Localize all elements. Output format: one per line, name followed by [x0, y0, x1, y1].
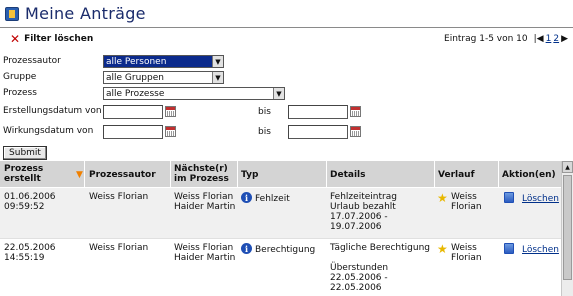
row-time: 09:59:52	[4, 202, 45, 212]
antraege-table: Prozess erstellt ▼ Prozessautor Nächste(…	[0, 161, 561, 296]
calendar-icon[interactable]	[165, 106, 176, 117]
star-icon[interactable]: ★	[437, 192, 448, 204]
row-details: 22.05.2006	[330, 283, 382, 293]
row-verlauf: Weiss	[451, 192, 477, 202]
app-icon	[5, 6, 19, 21]
row-date: 01.06.2006	[4, 192, 56, 202]
erstellungsdatum-bis-label: bis	[258, 107, 271, 117]
next-page-icon[interactable]: ▶	[561, 34, 568, 44]
row-next: Weiss Florian	[174, 192, 234, 202]
prozess-value: alle Prozesse	[106, 88, 165, 99]
pager-info: Eintrag 1-5 von 10	[444, 34, 528, 44]
column-header-details[interactable]: Details	[330, 170, 365, 180]
row-type: Fehlzeit	[255, 194, 290, 204]
wirkungsdatum-label: Wirkungsdatum von	[3, 126, 94, 136]
clear-filter-icon[interactable]: ✕	[10, 33, 20, 45]
row-author: Weiss Florian	[89, 192, 149, 202]
wirkungsdatum-from-input[interactable]	[103, 125, 163, 139]
chevron-down-icon[interactable]: ▼	[212, 72, 223, 83]
prozess-select[interactable]: alle Prozesse ▼	[103, 87, 285, 100]
submit-button[interactable]: Submit	[3, 146, 47, 160]
table-row: 01.06.2006 09:59:52 Weiss Florian Weiss …	[0, 188, 561, 238]
row-time: 14:55:19	[4, 253, 45, 263]
first-page-icon[interactable]: |◀	[534, 34, 544, 44]
prozessautor-value: alle Personen	[106, 56, 167, 67]
wirkungsdatum-to-input[interactable]	[288, 125, 348, 139]
row-details: Urlaub bezahlt	[330, 202, 396, 212]
info-icon[interactable]: i	[241, 243, 252, 254]
prozessautor-label: Prozessautor	[3, 56, 61, 66]
chevron-down-icon[interactable]: ▼	[273, 88, 284, 99]
column-header-verlauf[interactable]: Verlauf	[438, 170, 475, 180]
row-details: 22.05.2006 -	[330, 273, 388, 283]
row-details: Überstunden	[330, 263, 389, 273]
row-type: Berechtigung	[255, 245, 316, 255]
row-details: Tägliche Berechtigung	[330, 243, 430, 253]
pager: Eintrag 1-5 von 10 |◀ 1 2 ▶	[444, 31, 568, 47]
erstellungsdatum-label: Erstellungsdatum von	[3, 106, 102, 116]
column-header-aktionen[interactable]: Aktion(en)	[502, 170, 556, 180]
scroll-up-icon[interactable]: ▲	[562, 161, 573, 173]
row-next: Haider Martin	[174, 253, 236, 263]
scroll-thumb[interactable]	[563, 175, 572, 280]
erstellungsdatum-from-input[interactable]	[103, 105, 163, 119]
chevron-down-icon[interactable]: ▼	[212, 56, 223, 67]
clear-filter-button[interactable]: Filter löschen	[24, 34, 93, 44]
info-icon[interactable]: i	[241, 192, 252, 203]
title-bar: Meine Anträge	[0, 0, 573, 27]
row-details: 17.07.2006 -	[330, 212, 388, 222]
column-header-prozessautor[interactable]: Prozessautor	[89, 170, 156, 180]
row-author: Weiss Florian	[89, 243, 149, 253]
delete-link[interactable]: Löschen	[522, 245, 559, 255]
row-verlauf: Florian	[451, 253, 482, 263]
calendar-icon[interactable]	[350, 126, 361, 137]
gruppe-select[interactable]: alle Gruppen ▼	[103, 71, 224, 84]
table-row: 22.05.2006 14:55:19 Weiss Florian Weiss …	[0, 238, 561, 296]
delete-icon[interactable]	[504, 192, 514, 203]
page-link-2[interactable]: 2	[553, 34, 559, 44]
table-scrollbar[interactable]: ▲	[561, 161, 573, 296]
calendar-icon[interactable]	[350, 106, 361, 117]
row-details: Fehlzeiteintrag	[330, 192, 397, 202]
wirkungsdatum-bis-label: bis	[258, 127, 271, 137]
prozessautor-select[interactable]: alle Personen ▼	[103, 55, 224, 68]
row-next: Haider Martin	[174, 202, 236, 212]
page-link-1[interactable]: 1	[546, 34, 552, 44]
sort-down-icon[interactable]: ▼	[76, 170, 83, 180]
column-header-prozess-erstellt[interactable]: Prozess erstellt	[4, 164, 74, 184]
title-divider	[0, 27, 573, 28]
page-title: Meine Anträge	[25, 4, 146, 23]
calendar-icon[interactable]	[165, 126, 176, 137]
row-verlauf: Florian	[451, 202, 482, 212]
gruppe-label: Gruppe	[3, 72, 37, 82]
row-verlauf: Weiss	[451, 243, 477, 253]
column-header-typ[interactable]: Typ	[241, 170, 258, 180]
row-date: 22.05.2006	[4, 243, 56, 253]
prozess-label: Prozess	[3, 88, 37, 98]
erstellungsdatum-to-input[interactable]	[288, 105, 348, 119]
row-next: Weiss Florian	[174, 243, 234, 253]
filter-bar: ✕ Filter löschen Eintrag 1-5 von 10 |◀ 1…	[0, 31, 573, 47]
gruppe-value: alle Gruppen	[106, 72, 164, 83]
column-header-naechste[interactable]: Nächste(r) im Prozess	[174, 164, 234, 184]
star-icon[interactable]: ★	[437, 243, 448, 255]
delete-icon[interactable]	[504, 243, 514, 254]
delete-link[interactable]: Löschen	[522, 194, 559, 204]
row-details: 19.07.2006	[330, 222, 382, 232]
